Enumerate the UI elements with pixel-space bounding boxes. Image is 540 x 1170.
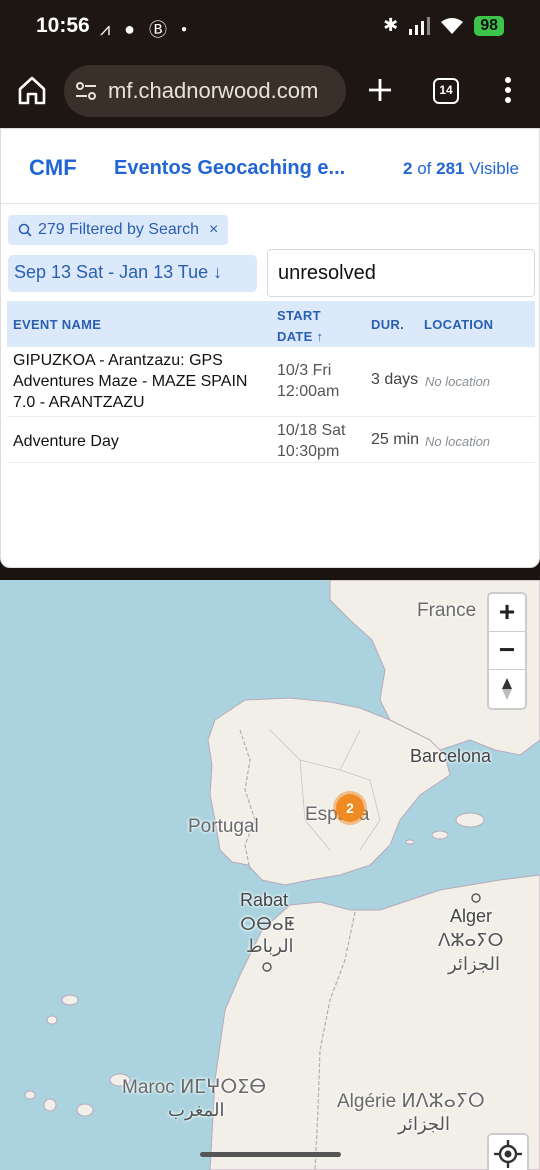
bluetooth-icon: ✱ xyxy=(383,15,399,35)
event-duration: 3 days xyxy=(371,371,419,388)
new-tab-icon[interactable] xyxy=(364,74,396,106)
locate-me-button[interactable] xyxy=(487,1133,529,1170)
map-label-france: France xyxy=(417,600,477,621)
event-start-date: 10/3 Fri 12:00am xyxy=(277,360,367,402)
search-input[interactable] xyxy=(267,249,535,297)
zoom-control: + − xyxy=(487,592,527,710)
more-menu-icon[interactable] xyxy=(496,74,520,106)
map-cluster-marker[interactable]: 2 xyxy=(333,791,367,825)
event-time: 12:00am xyxy=(277,383,340,400)
map-label-algerie-arabic: الجزائر xyxy=(398,1114,450,1134)
battery-icon: 98 xyxy=(474,15,504,36)
event-date: 10/3 Fri xyxy=(277,362,332,379)
table-row[interactable]: Adventure Day 10/18 Sat 10:30pm 25 min N… xyxy=(7,417,535,463)
map-label-maroc: Maroc ⵍⵎⵖⵔⵉⴱ xyxy=(122,1077,267,1098)
column-header-duration[interactable]: DUR. xyxy=(371,317,404,332)
map-label-rabat-arabic: الرباط xyxy=(246,936,294,956)
browser-toolbar: mf.chadnorwood.com 14 xyxy=(0,56,540,128)
event-date: 10/18 Sat xyxy=(277,422,346,439)
brand-logo[interactable]: CMF xyxy=(29,155,77,181)
status-bar: 10:56 ⩘ ● Ⓑ ● ✱ 98 xyxy=(0,0,540,56)
start-date-header-line2: DATE ↑ xyxy=(277,329,324,344)
event-name[interactable]: Adventure Day xyxy=(13,431,263,452)
tab-switcher-button[interactable]: 14 xyxy=(433,78,459,104)
search-icon xyxy=(18,223,32,237)
event-location: No location xyxy=(425,374,491,389)
compass-icon xyxy=(502,678,512,700)
table-row[interactable]: GIPUZKOA - Arantzazu: GPS Adventures Maz… xyxy=(7,347,535,417)
zoom-in-button[interactable]: + xyxy=(489,594,525,632)
events-panel: CMF Eventos Geocaching e... 2 of 281 Vis… xyxy=(0,128,540,568)
home-icon[interactable] xyxy=(14,72,50,108)
event-start-date: 10/18 Sat 10:30pm xyxy=(277,420,367,462)
date-range-button[interactable]: Sep 13 Sat - Jan 13 Tue ↓ xyxy=(8,255,257,292)
crosshair-icon xyxy=(494,1140,522,1168)
map-label-alger: Alger xyxy=(450,906,493,926)
map-label-alger-arabic: الجزائر xyxy=(448,954,500,974)
location-pin-icon: ● xyxy=(124,18,136,39)
url-text: mf.chadnorwood.com xyxy=(108,78,319,103)
site-settings-icon[interactable] xyxy=(74,79,98,103)
signal-icon xyxy=(409,16,431,35)
visible-total: 281 xyxy=(436,159,465,178)
dot-icon: ● xyxy=(181,23,188,35)
page-title[interactable]: Eventos Geocaching e... xyxy=(114,157,345,180)
notification-icons: ⩘ ● Ⓑ ● xyxy=(100,16,187,42)
map-label-alger-tifinagh: ⴷⵣⴰⵢⵔ xyxy=(438,930,504,950)
event-location: No location xyxy=(425,434,491,449)
map-view[interactable]: France Barcelona Portugal España Rabat ⵔ… xyxy=(0,580,540,1170)
app-b-icon: Ⓑ xyxy=(149,20,168,40)
table-header: EVENT NAME START DATE ↑ DUR. LOCATION xyxy=(7,301,535,347)
filter-chip-label: 279 Filtered by Search xyxy=(38,221,199,238)
gesture-navigation-bar[interactable] xyxy=(200,1152,341,1157)
compass-button[interactable] xyxy=(489,670,525,708)
app-header: CMF Eventos Geocaching e... 2 of 281 Vis… xyxy=(1,129,540,204)
column-header-event-name[interactable]: EVENT NAME xyxy=(13,317,101,332)
event-name[interactable]: GIPUZKOA - Arantzazu: GPS Adventures Maz… xyxy=(13,350,263,413)
zoom-out-button[interactable]: − xyxy=(489,632,525,670)
visible-suffix: Visible xyxy=(469,159,519,178)
start-date-header-line1: START xyxy=(277,308,321,323)
visible-count: 2 of 281 Visible xyxy=(403,159,519,179)
event-duration: 25 min xyxy=(371,431,420,448)
column-header-start-date[interactable]: START DATE ↑ xyxy=(277,305,323,347)
map-tiles xyxy=(24,580,540,1170)
wifi-icon xyxy=(441,17,464,34)
address-bar[interactable]: mf.chadnorwood.com xyxy=(64,65,346,117)
search-filter-chip[interactable]: 279 Filtered by Search × xyxy=(8,215,229,245)
column-header-location[interactable]: LOCATION xyxy=(424,317,493,332)
event-time: 10:30pm xyxy=(277,443,340,460)
map-label-rabat-tifinagh: ⵔⴱⴰⵟ xyxy=(240,914,295,934)
close-icon[interactable]: × xyxy=(209,221,218,239)
visible-of: of xyxy=(417,159,432,178)
visible-shown: 2 xyxy=(402,159,413,178)
map-label-barcelona: Barcelona xyxy=(410,746,492,766)
status-time: 10:56 xyxy=(36,14,90,37)
map-label-algerie: Algérie ⵍⴷⵣⴰⵢⵔ xyxy=(337,1091,485,1112)
map-label-portugal: Portugal xyxy=(188,816,259,837)
cluster-count: 2 xyxy=(336,794,364,822)
system-icons: ✱ 98 xyxy=(383,15,504,36)
map-label-rabat: Rabat xyxy=(240,890,289,910)
map-label-maroc-arabic: المغرب xyxy=(168,1100,225,1120)
strava-icon: ⩘ xyxy=(100,18,111,39)
